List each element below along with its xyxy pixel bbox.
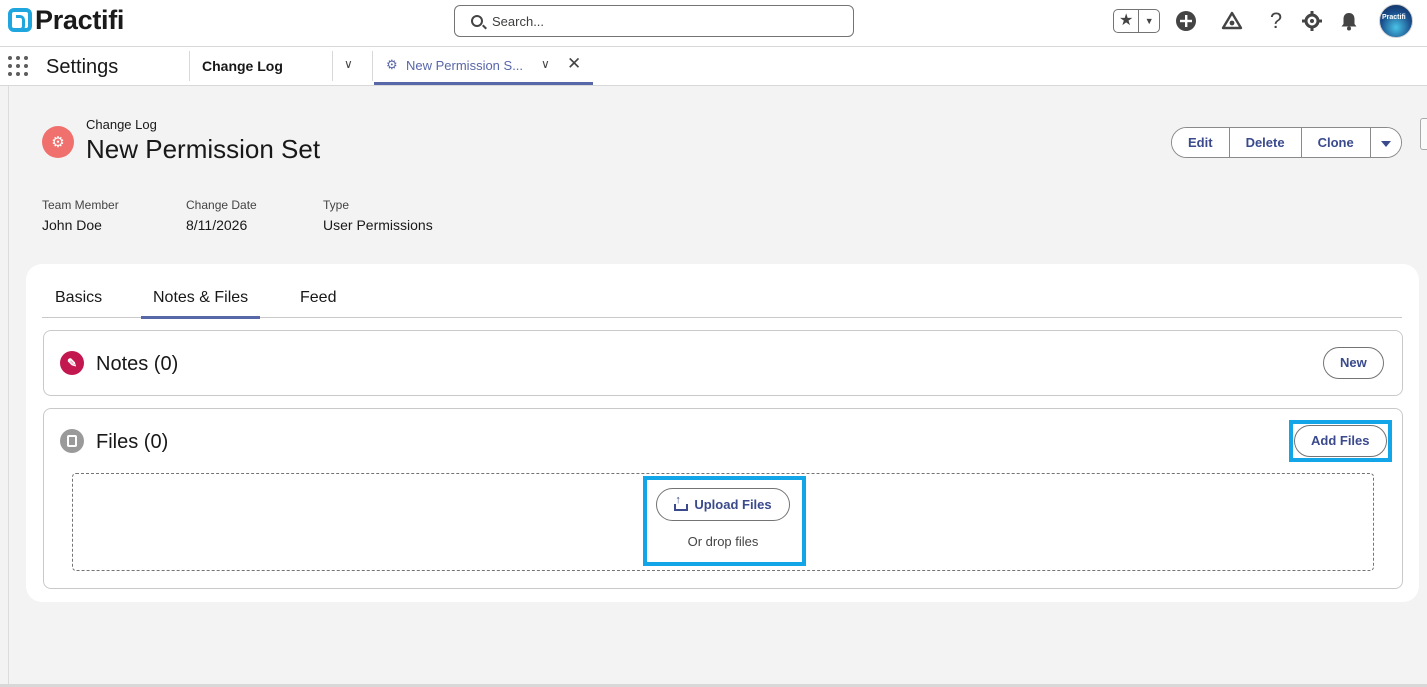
field-team-member: Team Member John Doe [42,198,119,233]
nav-tab-change-log[interactable]: Change Log [202,58,283,74]
record-detail-card: Basics Notes & Files Feed ✎ Notes (0) Ne… [26,264,1419,602]
add-files-button[interactable]: Add Files [1294,425,1387,457]
upload-icon [674,494,689,511]
chevron-down-icon[interactable]: ∨ [344,57,353,71]
help-icon[interactable]: ? [1264,8,1288,33]
tab-basics[interactable]: Basics [55,289,102,318]
search-input[interactable] [492,6,832,36]
file-icon [60,429,84,453]
left-edge-divider [8,86,9,687]
close-icon[interactable]: ✕ [567,54,581,74]
trailhead-icon[interactable] [1220,9,1244,33]
files-title[interactable]: Files (0) [96,431,168,454]
edit-button[interactable]: Edit [1172,128,1230,157]
search-icon [471,15,483,27]
field-label: Team Member [42,198,119,212]
nav-divider [189,51,190,81]
record-action-buttons: Edit Delete Clone [1171,127,1402,158]
field-value: 8/11/2026 [186,217,248,233]
tab-notes-and-files[interactable]: Notes & Files [141,289,261,319]
chevron-down-icon[interactable]: ▼ [1139,10,1159,32]
clone-button[interactable]: Clone [1301,128,1371,157]
field-value: User Permissions [323,217,433,233]
nav-tab-new-permission-set[interactable]: ⚙ New Permission S... ∨ ✕ [374,47,593,85]
gears-icon: ⚙ [386,57,398,72]
nav-divider [372,51,373,81]
drop-files-text: Or drop files [687,534,759,549]
record-object-type: Change Log [86,117,157,132]
notifications-bell-icon[interactable] [1337,9,1361,33]
upload-files-button[interactable]: Upload Files [656,488,790,521]
tab-feed[interactable]: Feed [300,289,336,318]
field-value: John Doe [42,217,102,233]
chevron-down-icon[interactable]: ∨ [541,57,550,71]
utility-panel-handle[interactable] [1420,118,1427,150]
detail-tabs: Basics Notes & Files Feed [42,286,1402,319]
caret-down-icon [1380,140,1391,147]
change-log-record-icon: ⚙ [42,126,74,158]
notes-related-list: ✎ Notes (0) New [43,330,1403,396]
field-label: Change Date [186,198,257,212]
new-note-button[interactable]: New [1323,347,1384,379]
star-icon[interactable]: ★ [1114,10,1140,32]
app-launcher-icon[interactable] [8,56,28,76]
nav-tab-label: New Permission S... [406,58,524,73]
field-type: Type User Permissions [323,198,433,233]
field-change-date: Change Date 8/11/2026 [186,198,257,233]
file-drop-zone[interactable]: Upload Files Or drop files [72,473,1374,571]
nav-divider [332,51,333,81]
field-label: Type [323,198,350,212]
global-header: Practifi ★ ▼ ? Practifi [0,0,1427,46]
delete-button[interactable]: Delete [1229,128,1302,157]
practifi-logo-icon [8,8,32,32]
user-avatar[interactable]: Practifi [1379,4,1413,38]
record-title: New Permission Set [86,134,321,164]
logo-text: Practifi [35,5,125,35]
more-actions-button[interactable] [1370,128,1401,157]
favorites-group: ★ ▼ [1113,9,1160,33]
gear-icon[interactable] [1300,9,1324,33]
files-related-list: Files (0) Add Files Upload Files Or drop… [43,408,1403,589]
global-search[interactable] [454,5,854,37]
app-navigation-bar: Settings Change Log ∨ ⚙ New Permission S… [0,46,1427,86]
add-icon[interactable] [1174,9,1198,33]
avatar-label: Practifi [1382,14,1406,21]
notes-icon: ✎ [60,351,84,375]
practifi-logo[interactable]: Practifi [8,5,124,35]
notes-title[interactable]: Notes (0) [96,353,178,376]
upload-files-label: Upload Files [694,497,772,512]
app-name: Settings [46,56,119,78]
